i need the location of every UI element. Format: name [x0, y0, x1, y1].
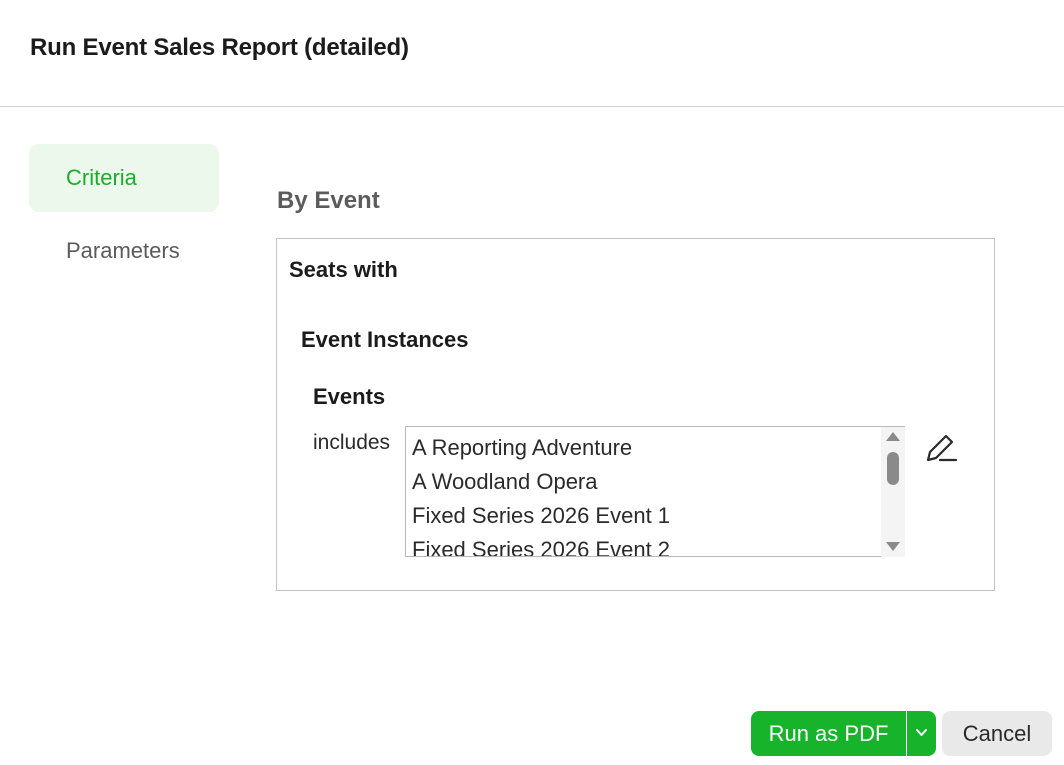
criteria-level-seats: Seats with	[289, 257, 398, 282]
criteria-operator: includes	[313, 431, 391, 454]
dialog-header: Run Event Sales Report (detailed)	[0, 0, 1064, 107]
list-item[interactable]: Fixed Series 2026 Event 1	[406, 499, 905, 533]
run-as-pdf-button[interactable]: Run as PDF	[751, 711, 906, 756]
criteria-level-events: Events	[313, 384, 386, 409]
chevron-down-icon	[916, 729, 927, 736]
criteria-box: Seats with Event Instances Events includ…	[276, 238, 995, 591]
scroll-down-arrow-icon[interactable]	[886, 542, 900, 551]
scroll-up-arrow-icon[interactable]	[886, 432, 900, 441]
scroll-thumb[interactable]	[887, 452, 899, 485]
run-options-dropdown-button[interactable]	[907, 711, 936, 756]
listbox-scrollbar[interactable]	[881, 427, 905, 557]
list-item[interactable]: Fixed Series 2026 Event 2	[406, 533, 905, 556]
cancel-button[interactable]: Cancel	[942, 711, 1052, 756]
side-nav: Criteria Parameters	[29, 144, 219, 288]
dialog-title: Run Event Sales Report (detailed)	[30, 34, 409, 61]
criteria-level-event-instances: Event Instances	[301, 327, 469, 352]
list-item[interactable]: A Woodland Opera	[406, 465, 905, 499]
section-title: By Event	[277, 187, 380, 214]
nav-item-parameters[interactable]: Parameters	[29, 220, 219, 288]
nav-item-criteria[interactable]: Criteria	[29, 144, 219, 212]
pencil-icon[interactable]	[922, 430, 958, 466]
events-listbox[interactable]: A Reporting Adventure A Woodland Opera F…	[405, 426, 905, 557]
list-item[interactable]: A Reporting Adventure	[406, 431, 905, 465]
